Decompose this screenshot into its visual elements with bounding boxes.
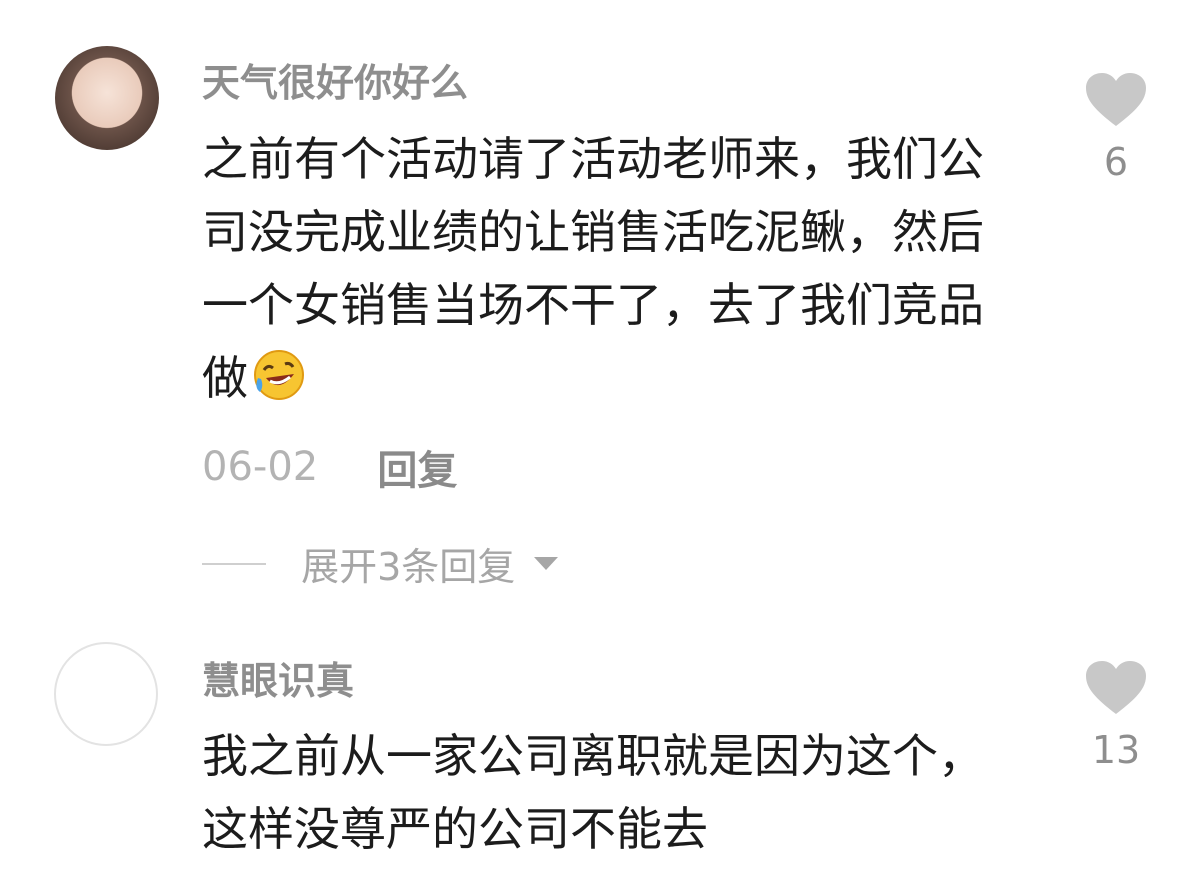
expand-replies-button[interactable]: 展开3条回复	[202, 536, 559, 591]
avatar[interactable]	[55, 46, 159, 150]
rolling-laughing-emoji-icon	[254, 350, 304, 400]
reply-button[interactable]: 回复	[377, 448, 457, 494]
like-button[interactable]: 13	[1084, 660, 1148, 772]
heart-icon	[1086, 661, 1146, 714]
avatar[interactable]	[54, 642, 158, 746]
like-count: 13	[1091, 728, 1141, 772]
like-count: 6	[1103, 140, 1129, 184]
heart-icon	[1086, 73, 1146, 126]
like-button[interactable]: 6	[1084, 72, 1148, 184]
expand-replies-label: 展开3条回复	[301, 545, 516, 589]
comment-item: 天气很好你好么 之前有个活动请了活动老师来，我们公司没完成业绩的让销售活吃泥鳅，…	[0, 0, 1200, 610]
username[interactable]: 慧眼识真	[202, 650, 354, 705]
comment-date: 06-02	[202, 444, 319, 490]
username[interactable]: 天气很好你好么	[202, 52, 468, 107]
comment-meta: 06-02 回复	[202, 438, 457, 496]
comment-body: 之前有个活动请了活动老师来，我们公司没完成业绩的让销售活吃泥鳅，然后一个女销售当…	[202, 132, 984, 405]
comment-text: 我之前从一家公司离职就是因为这个，这样没尊严的公司不能去	[202, 729, 984, 856]
triangle-down-icon	[534, 557, 559, 570]
comment-item: 慧眼识真 我之前从一家公司离职就是因为这个，这样没尊严的公司不能去	[0, 610, 1200, 873]
divider-line	[202, 562, 266, 565]
comment-text: 之前有个活动请了活动老师来，我们公司没完成业绩的让销售活吃泥鳅，然后一个女销售当…	[202, 123, 1022, 415]
